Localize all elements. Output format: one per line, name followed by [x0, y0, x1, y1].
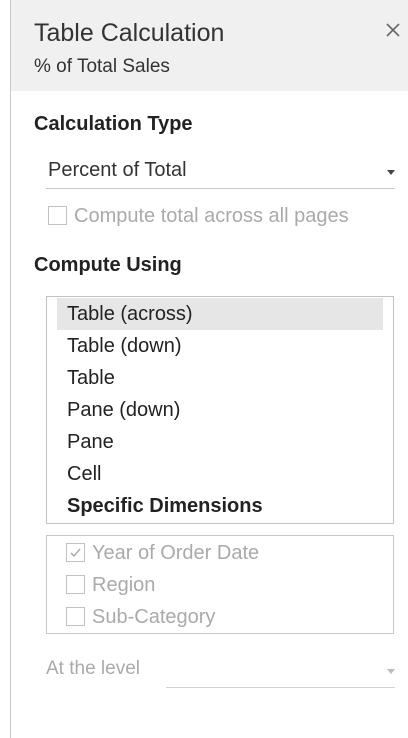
compute-using-option-pane[interactable]: Pane — [57, 426, 383, 458]
dimension-checkbox[interactable] — [66, 575, 85, 594]
panel-title: Table Calculation — [34, 19, 225, 47]
compute-using-option-cell[interactable]: Cell — [57, 458, 383, 490]
chevron-down-icon — [387, 170, 395, 175]
compute-using-option-table-across[interactable]: Table (across) — [57, 298, 383, 330]
calculation-type-heading: Calculation Type — [34, 113, 193, 135]
dimension-label: Year of Order Date — [92, 542, 260, 564]
dimension-checkbox[interactable] — [66, 543, 85, 562]
calculation-type-dropdown[interactable]: Percent of Total — [46, 154, 395, 189]
close-icon[interactable] — [383, 20, 403, 40]
panel-header: Table Calculation % of Total Sales — [11, 0, 408, 91]
at-the-level-dropdown[interactable] — [166, 655, 395, 688]
chevron-down-icon — [387, 669, 395, 674]
dimension-checkbox[interactable] — [66, 607, 85, 626]
compute-total-label: Compute total across all pages — [74, 205, 349, 227]
compute-using-option-table-down[interactable]: Table (down) — [57, 330, 383, 362]
compute-using-option-table[interactable]: Table — [57, 362, 383, 394]
compute-using-option-pane-down[interactable]: Pane (down) — [57, 394, 383, 426]
checkmark-icon — [70, 548, 81, 558]
compute-using-heading: Compute Using — [34, 254, 182, 276]
table-calculation-panel: Table Calculation % of Total Sales Calcu… — [10, 0, 408, 738]
calculation-type-value: Percent of Total — [48, 159, 187, 181]
at-the-level-label: At the level — [46, 658, 140, 679]
panel-subtitle: % of Total Sales — [34, 56, 170, 77]
dimension-label: Region — [92, 574, 156, 596]
compute-using-list[interactable]: Table (across) Table (down) Table Pane (… — [46, 296, 394, 524]
compute-using-option-specific-dimensions[interactable]: Specific Dimensions — [57, 490, 383, 522]
dimensions-list: Year of Order Date Region Sub-Category — [46, 535, 394, 634]
compute-total-checkbox[interactable] — [48, 206, 67, 225]
dimension-label: Sub-Category — [92, 606, 216, 628]
